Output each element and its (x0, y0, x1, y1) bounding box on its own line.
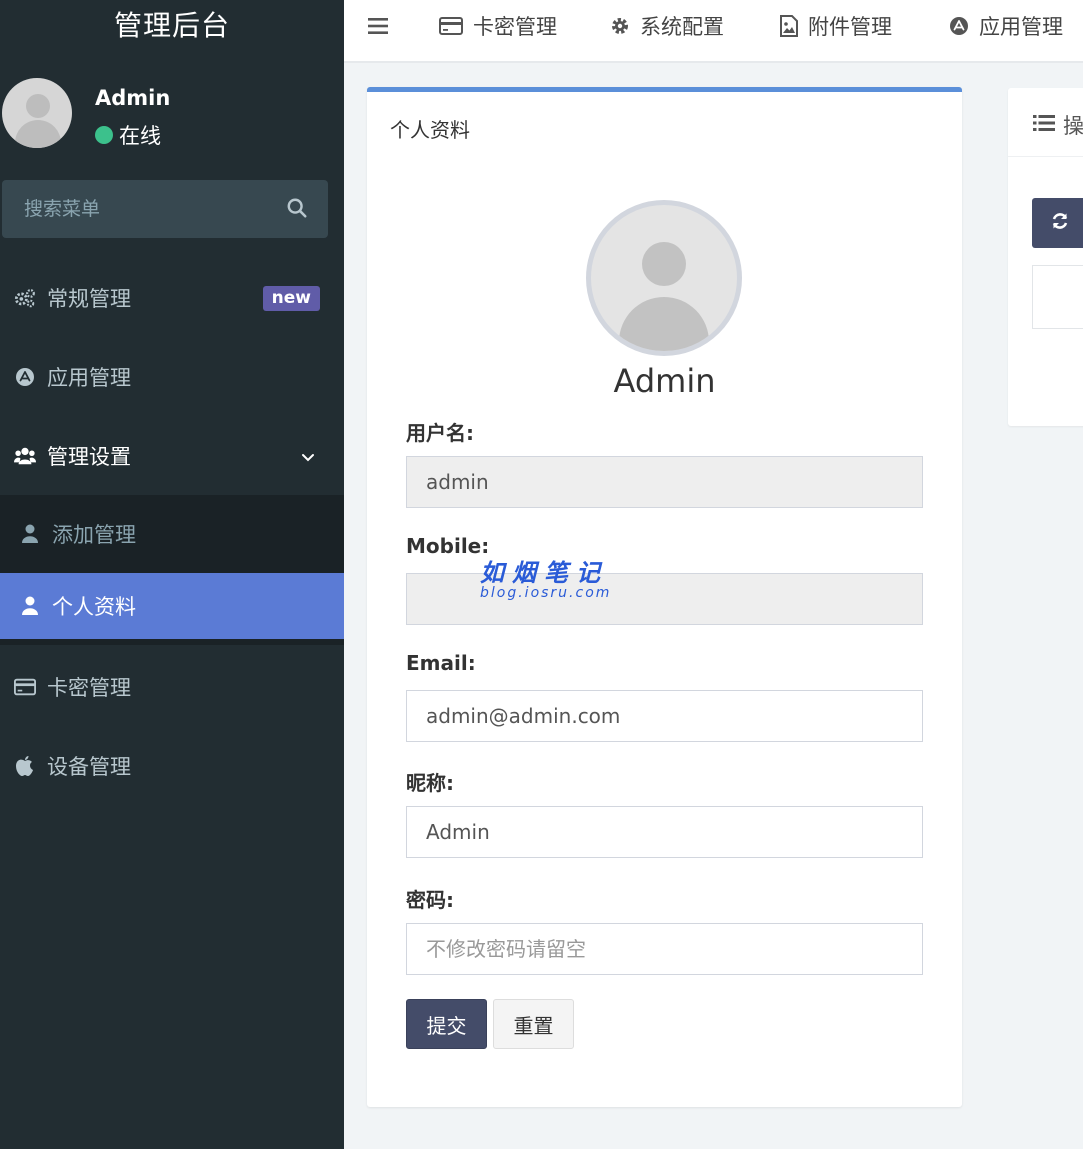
nav-label: 卡密管理 (473, 15, 557, 39)
credit-card-icon (439, 17, 463, 35)
username-label: 用户名: (406, 421, 474, 445)
profile-name: Admin (613, 362, 716, 400)
cogs-icon (14, 287, 36, 309)
user-panel: Admin 在线 (2, 78, 342, 152)
submit-button[interactable]: 提交 (406, 999, 487, 1049)
log-table (1032, 265, 1083, 329)
credit-card-icon (14, 676, 36, 698)
user-name: Admin (95, 86, 171, 110)
sidebar-item-apps[interactable]: 应用管理 (0, 337, 344, 416)
sidebar: 管理后台 Admin 在线 常规管理 new 应用管理 (0, 0, 344, 1149)
sidebar-item-label: 管理设置 (47, 444, 131, 469)
chevron-down-icon[interactable] (300, 446, 316, 462)
nav-apps[interactable]: 应用管理 (949, 0, 1063, 52)
email-label: Email: (406, 651, 476, 675)
profile-box: 个人资料 Admin 用户名: Mobile: Email: 昵称: 密码: 提… (367, 87, 962, 1107)
sidebar-toggle[interactable] (368, 0, 388, 52)
password-field[interactable] (406, 923, 923, 975)
apple-icon (14, 755, 36, 777)
new-badge: new (262, 286, 320, 311)
email-field[interactable] (406, 690, 923, 742)
user-icon (22, 596, 38, 616)
side-panel-title-text: 操 (1063, 114, 1083, 138)
user-icon (22, 524, 38, 544)
search-input[interactable] (2, 180, 328, 238)
sidebar-item-profile[interactable]: 个人资料 (0, 573, 344, 645)
side-panel-title: 操 (1033, 110, 1083, 140)
nickname-field[interactable] (406, 806, 923, 858)
sidebar-item-label: 应用管理 (47, 365, 131, 390)
box-title: 个人资料 (390, 118, 470, 142)
password-label: 密码: (406, 888, 454, 912)
list-icon (1033, 113, 1055, 137)
user-status: 在线 (95, 120, 161, 150)
sidebar-item-devices[interactable]: 设备管理 (0, 726, 344, 805)
mobile-label: Mobile: (406, 534, 490, 558)
nav-attachments[interactable]: 附件管理 (780, 0, 892, 52)
sidebar-item-label: 个人资料 (52, 595, 136, 619)
nav-label: 系统配置 (640, 15, 724, 39)
sidebar-menu: 常规管理 new 应用管理 管理设置 添加管理 个人资料 卡密管理 设备管理 (0, 258, 344, 805)
operation-log-box: 操 (1008, 88, 1083, 426)
sidebar-item-add-admin[interactable]: 添加管理 (0, 495, 344, 573)
users-icon (14, 445, 36, 467)
nickname-label: 昵称: (406, 771, 454, 795)
app-logo[interactable]: 管理后台 (0, 0, 344, 52)
sidebar-item-admin-settings[interactable]: 管理设置 (0, 416, 344, 495)
online-status-icon (95, 126, 113, 144)
sidebar-item-label: 常规管理 (47, 286, 131, 311)
avatar (2, 78, 72, 148)
sidebar-search (2, 180, 328, 238)
sidebar-item-general[interactable]: 常规管理 new (0, 258, 344, 337)
app-store-icon (949, 16, 969, 36)
nav-system-config[interactable]: 系统配置 (610, 0, 724, 52)
sidebar-item-label: 设备管理 (47, 754, 131, 779)
nav-label: 附件管理 (808, 15, 892, 39)
profile-avatar[interactable] (586, 200, 742, 356)
admin-settings-submenu: 添加管理 个人资料 (0, 495, 344, 645)
gear-icon (610, 16, 630, 36)
mobile-field[interactable] (406, 573, 923, 625)
refresh-icon (1050, 211, 1070, 235)
search-icon[interactable] (286, 197, 310, 221)
refresh-button[interactable] (1032, 198, 1083, 248)
nav-label: 应用管理 (979, 15, 1063, 39)
user-status-text: 在线 (119, 124, 161, 148)
sidebar-item-label: 添加管理 (52, 523, 136, 547)
reset-button[interactable]: 重置 (493, 999, 574, 1049)
image-file-icon (780, 15, 798, 37)
divider (1008, 156, 1083, 157)
username-field[interactable] (406, 456, 923, 508)
nav-card-keys[interactable]: 卡密管理 (439, 0, 557, 52)
top-navbar: 卡密管理 系统配置 附件管理 应用管理 (344, 0, 1083, 63)
hamburger-menu-icon (368, 17, 388, 35)
app-store-icon (14, 366, 36, 388)
sidebar-item-card-keys[interactable]: 卡密管理 (0, 647, 344, 726)
sidebar-item-label: 卡密管理 (47, 675, 131, 700)
